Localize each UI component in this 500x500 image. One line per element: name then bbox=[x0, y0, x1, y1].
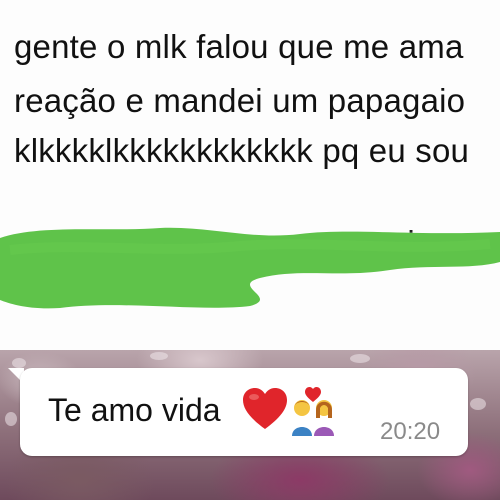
background-speck bbox=[150, 352, 168, 360]
message-timestamp: 20:20 bbox=[380, 418, 441, 445]
background-speck bbox=[5, 412, 17, 426]
post-card: gente o mlk falou que me ama reação e ma… bbox=[0, 0, 500, 350]
heart-icon bbox=[243, 388, 287, 429]
post-text-line-1: gente o mlk falou que me ama bbox=[14, 28, 464, 65]
background-speck bbox=[350, 354, 370, 363]
couple-with-heart-icon bbox=[292, 387, 334, 436]
background-speck bbox=[12, 358, 26, 368]
screenshot: gente o mlk falou que me ama reação e ma… bbox=[0, 0, 500, 500]
post-text-line-3: klkkkklkkkkkkkkkkkk pq eu sou bbox=[14, 132, 470, 169]
chat-message-text: Te amo vida bbox=[48, 392, 221, 428]
background-speck bbox=[470, 398, 486, 410]
post-text-line-2: reação e mandei um papagaio bbox=[14, 82, 466, 119]
green-censor-scribble bbox=[0, 227, 500, 309]
